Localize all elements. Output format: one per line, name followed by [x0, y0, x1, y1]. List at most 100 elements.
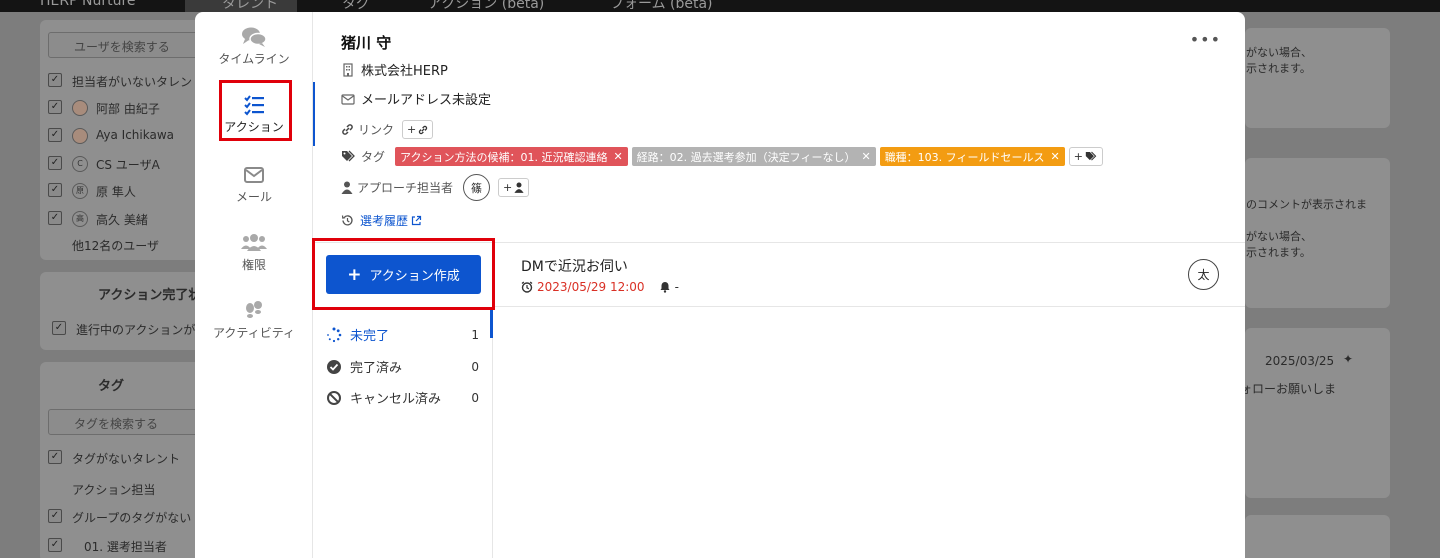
spinner-icon: [327, 327, 342, 342]
bg-checkbox[interactable]: ✓: [48, 156, 62, 170]
tag-label: タグ: [361, 150, 386, 164]
nav-activity[interactable]: アクティビティ: [195, 300, 313, 341]
bg-checkbox[interactable]: ✓: [52, 321, 66, 335]
tag-text: 職種：103. フィールドセールス: [884, 150, 1045, 164]
bg-user-filter-item: 高久 美緒: [96, 213, 148, 227]
ban-icon: [327, 390, 341, 405]
nav-permissions[interactable]: 権限: [195, 232, 313, 273]
bg-checkbox[interactable]: ✓: [48, 73, 62, 87]
bg-right-text: のコメントが表示されま: [1246, 198, 1367, 211]
bg-checkbox[interactable]: ✓: [48, 211, 62, 225]
tab-talent[interactable]: タレント: [222, 0, 278, 12]
bg-more-users-link[interactable]: 他12名のユーザ: [72, 237, 159, 254]
external-link-icon: [411, 215, 422, 226]
alarm-clock-icon: [521, 281, 533, 293]
highlight-box-create-action: [312, 238, 495, 310]
assignee-avatar[interactable]: 太: [1188, 259, 1219, 290]
bg-avatar: 原: [72, 183, 88, 199]
filter-cancelled[interactable]: キャンセル済み 0: [326, 388, 489, 407]
tag-chip[interactable]: 職種：103. フィールドセールス ✕: [879, 147, 1065, 166]
remove-tag-icon[interactable]: ✕: [1050, 150, 1059, 163]
bg-tag-header[interactable]: タグ: [98, 375, 124, 394]
nav-label: 権限: [241, 258, 266, 272]
bg-right-text: ォローお願いしま: [1240, 382, 1337, 396]
envelope-icon: [341, 93, 355, 105]
nav-label: アクティビティ: [213, 326, 295, 340]
bg-user-filter-item: 阿部 由紀子: [96, 102, 160, 116]
tab-actions[interactable]: アクション (beta): [428, 0, 544, 12]
tag-text: 経路：02. 過去選考参加（決定フィーなし）: [636, 150, 856, 164]
bg-right-text: 示されます。: [1246, 246, 1311, 259]
app-name[interactable]: HERP Nurture: [40, 0, 136, 9]
bg-right-panel-1: [1245, 28, 1390, 128]
action-due-date: 2023/05/29 12:00: [537, 280, 645, 294]
bg-checkbox[interactable]: ✓: [48, 128, 62, 142]
bg-avatar: 高: [72, 211, 88, 227]
approach-label: アプローチ担当者: [357, 181, 454, 195]
active-indicator: [313, 82, 315, 146]
filter-count: 0: [471, 390, 479, 405]
history-row: 選考履歴: [341, 212, 422, 229]
bell-icon: [660, 282, 670, 293]
add-tag-button[interactable]: +: [1068, 147, 1103, 166]
talent-info: 猪川 守 ••• 株式会社HERP メールアドレス未設定 リンク + タグ アク…: [313, 12, 1245, 242]
bg-action-status-header[interactable]: アクション完了状: [98, 284, 201, 303]
bg-right-text: がない場合、: [1246, 46, 1312, 59]
approach-row: アプローチ担当者 篠 +: [341, 174, 530, 201]
nav-label: メール: [235, 190, 272, 204]
remove-tag-icon[interactable]: ✕: [861, 150, 870, 163]
top-navigation-bar: HERP Nurture タレント タグ アクション (beta) フォーム (…: [0, 0, 1440, 12]
bg-checkbox[interactable]: ✓: [48, 509, 62, 523]
tag-chip[interactable]: アクション方法の候補：01. 近況確認連絡 ✕: [395, 147, 628, 166]
bg-user-search-placeholder: ユーザを検索する: [74, 40, 170, 54]
action-title: DMで近況お伺い: [521, 259, 628, 275]
bg-user-filter-item: CS ユーザA: [96, 158, 160, 172]
bg-checkbox[interactable]: ✓: [48, 450, 62, 464]
link-row: リンク +: [341, 120, 434, 139]
bg-tag-search-placeholder: タグを検索する: [74, 417, 159, 431]
remove-tag-icon[interactable]: ✕: [613, 150, 622, 163]
tags-icon: [1085, 151, 1097, 161]
add-link-button[interactable]: +: [402, 120, 434, 139]
bg-avatar: C: [72, 156, 88, 172]
bg-checkbox[interactable]: ✓: [48, 538, 62, 552]
add-approach-user-button[interactable]: +: [498, 178, 530, 197]
bg-action-status-item: 進行中のアクションが: [76, 323, 196, 337]
bg-avatar: [72, 128, 88, 144]
bg-checkbox[interactable]: ✓: [48, 183, 62, 197]
filter-count: 1: [471, 327, 479, 342]
link-label: リンク: [358, 123, 395, 137]
bg-tag-group[interactable]: アクション担当: [72, 481, 155, 498]
filter-label: 未完了: [350, 329, 390, 344]
bg-right-panel-4: [1245, 515, 1390, 558]
tab-tags[interactable]: タグ: [342, 0, 370, 12]
nav-timeline[interactable]: タイムライン: [195, 26, 313, 67]
bg-avatar: [72, 100, 88, 116]
talent-name: 猪川 守: [341, 34, 392, 52]
pin-icon[interactable]: ✦: [1343, 352, 1353, 366]
tag-row: タグ アクション方法の候補：01. 近況確認連絡 ✕ 経路：02. 過去選考参加（…: [341, 147, 1103, 166]
link-icon: [342, 124, 353, 135]
tab-forms[interactable]: フォーム (beta): [610, 0, 713, 12]
tag-chip[interactable]: 経路：02. 過去選考参加（決定フィーなし） ✕: [631, 147, 876, 166]
check-circle-icon: [327, 359, 341, 374]
bg-checkbox[interactable]: ✓: [48, 100, 62, 114]
action-list-item[interactable]: DMで近況お伺い 2023/05/29 12:00 - 太: [493, 243, 1245, 307]
company-name: 株式会社HERP: [361, 64, 448, 79]
bg-right-date: 2025/03/25: [1265, 354, 1335, 368]
filter-incomplete[interactable]: 未完了 1: [326, 325, 489, 344]
user-icon: [514, 182, 524, 193]
selection-history-link[interactable]: 選考履歴: [360, 212, 408, 229]
bg-user-filter-item: 原 隼人: [96, 185, 136, 199]
email-row: メールアドレス未設定: [341, 89, 491, 108]
tag-text: アクション方法の候補：01. 近況確認連絡: [400, 150, 608, 164]
chat-bubbles-icon: [242, 27, 267, 47]
filter-completed[interactable]: 完了済み 0: [326, 357, 489, 376]
filter-label: キャンセル済み: [350, 392, 442, 407]
company-row: 株式会社HERP: [341, 60, 448, 79]
nav-mail[interactable]: メール: [195, 164, 313, 205]
bg-user-filter-item: 担当者がいないタレン: [72, 75, 193, 89]
more-options-icon[interactable]: •••: [1190, 30, 1221, 49]
approach-user-avatar[interactable]: 篠: [463, 174, 491, 201]
nav-label: タイムライン: [218, 52, 290, 66]
